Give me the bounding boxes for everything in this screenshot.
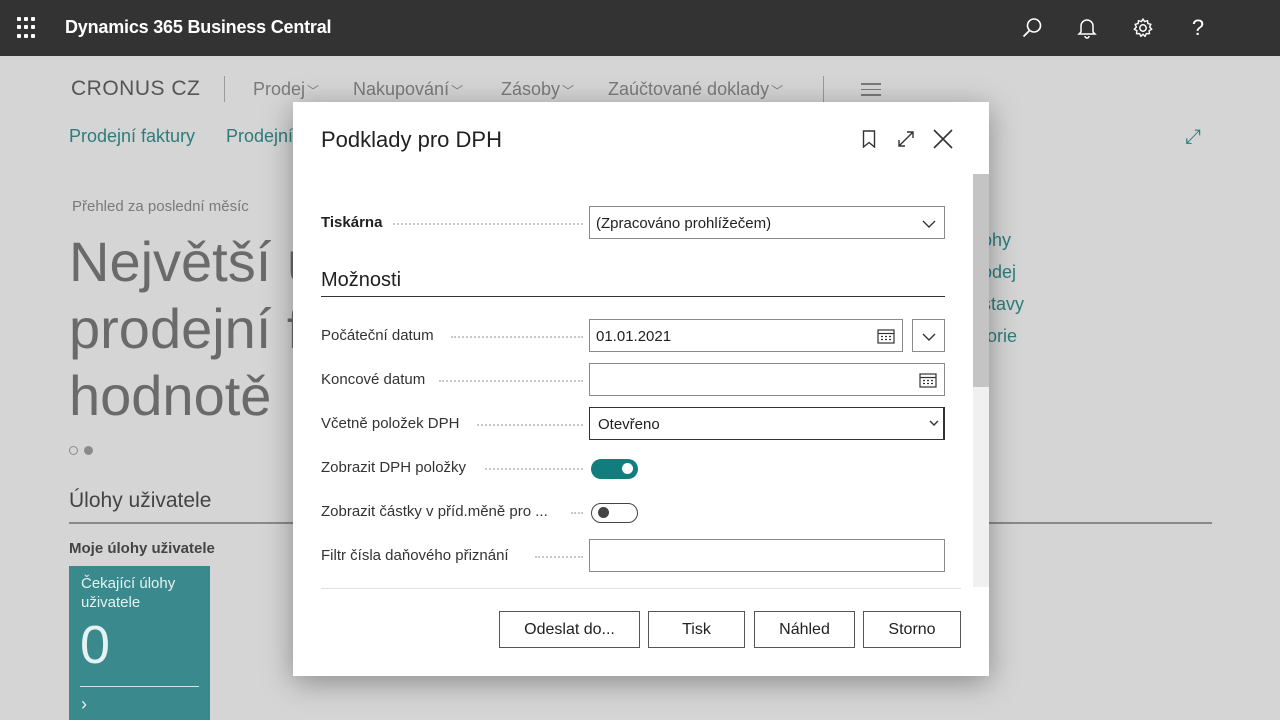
expand-icon[interactable] [893,126,919,152]
chevron-down-icon [929,415,939,432]
print-button[interactable]: Tisk [648,611,745,648]
options-heading: Možnosti [321,269,402,291]
close-icon[interactable] [930,126,956,152]
chevron-down-icon: ﹀ [562,84,575,98]
cue-tile[interactable]: Čekající úlohy uživatele 0 › [69,566,210,720]
include-vat-entries-value: Otevřeno [598,416,660,433]
show-vat-entries-label: Zobrazit DPH položky [321,459,467,476]
nav-item-posted-documents[interactable]: Zaúčtované doklady ﹀ [608,79,783,100]
expand-icon[interactable]: ⤢ [1185,126,1201,149]
end-date-label: Koncové datum [321,371,426,388]
overview-caption: Přehled za poslední měsíc [72,198,249,215]
vat-return-filter-input[interactable] [589,539,945,572]
nav-label: Zásoby [501,79,561,99]
vat-return-filter-row: Filtr čísla daňového přiznání [321,539,945,573]
separator [823,76,824,102]
calendar-icon[interactable] [877,328,895,348]
action-sales[interactable]: Prodejní [226,126,293,147]
show-fcy-amounts-row: Zobrazit částky v příd.měně pro ... [321,499,945,533]
search-icon[interactable] [1018,14,1046,42]
start-date-input[interactable]: 01.01.2021 [589,319,903,352]
app-bar: Dynamics 365 Business Central ? [0,0,1280,56]
divider [80,686,199,687]
printer-value: (Zpracováno prohlížečem) [596,215,772,232]
section-title: Úlohy uživatele [69,489,212,512]
printer-select[interactable]: (Zpracováno prohlížečem) [589,206,945,239]
report-request-dialog: Podklady pro DPH Tiskárna (Zpracováno pr… [293,102,989,676]
end-date-input[interactable] [589,363,945,396]
start-date-row: Počáteční datum 01.01.2021 [321,319,945,353]
app-title[interactable]: Dynamics 365 Business Central [65,17,332,38]
end-date-row: Koncové datum [321,363,945,397]
show-vat-entries-row: Zobrazit DPH položky [321,455,945,489]
company-name[interactable]: CRONUS CZ [71,77,200,101]
chevron-down-icon: ﹀ [451,84,464,98]
chevron-right-icon[interactable]: › [81,694,87,715]
bookmark-icon[interactable] [856,126,882,152]
cancel-button[interactable]: Storno [863,611,961,648]
carousel-dots[interactable] [69,446,93,455]
divider [321,588,961,589]
scrollbar[interactable] [973,174,989,587]
nav-item-inventory[interactable]: Zásoby ﹀ [501,79,574,100]
calendar-icon[interactable] [919,372,937,392]
headline-line: prodejní f [69,297,299,360]
date-options-dropdown[interactable] [912,319,945,352]
bell-icon[interactable] [1073,14,1101,42]
chevron-down-icon: ﹀ [771,84,784,98]
show-fcy-amounts-toggle[interactable] [591,503,638,523]
start-date-label: Počáteční datum [321,327,434,344]
vat-return-filter-label: Filtr čísla daňového přiznání [321,547,509,564]
dialog-title: Podklady pro DPH [321,127,502,152]
printer-label: Tiskárna [321,214,383,231]
show-vat-entries-toggle[interactable] [591,459,638,479]
include-vat-entries-select[interactable]: Otevřeno [589,407,945,440]
divider [321,296,945,297]
include-vat-entries-label: Včetně položek DPH [321,415,460,432]
headline-line: hodnotě [69,364,272,427]
headline-line: Největší ú [69,230,299,293]
tile-count: 0 [80,615,111,675]
nav-label: Zaúčtované doklady [608,79,770,99]
show-fcy-amounts-label: Zobrazit částky v příd.měně pro ... [321,503,548,520]
action-sales-invoices[interactable]: Prodejní faktury [69,126,195,147]
nav-item-sales[interactable]: Prodej ﹀ [253,79,319,100]
separator [224,76,225,102]
menu-icon[interactable] [861,83,881,100]
send-to-button[interactable]: Odeslat do... [499,611,640,648]
nav-item-purchasing[interactable]: Nakupování ﹀ [353,79,463,100]
start-date-value: 01.01.2021 [596,328,672,345]
nav-label: Prodej [253,79,306,99]
headline: Největší ú prodejní f hodnotě [69,228,299,429]
subsection-title: Moje úlohy uživatele [69,540,215,557]
preview-button[interactable]: Náhled [754,611,855,648]
include-vat-entries-row: Včetně položek DPH Otevřeno [321,407,945,441]
app-launcher-icon[interactable] [17,17,39,39]
help-icon[interactable]: ? [1184,14,1212,42]
chevron-down-icon [922,329,936,346]
printer-row: Tiskárna (Zpracováno prohlížečem) [321,206,945,240]
tile-title: Čekající úlohy uživatele [81,575,176,611]
chevron-down-icon [922,216,936,233]
chevron-down-icon: ﹀ [307,84,320,98]
nav-label: Nakupování [353,79,450,99]
scroll-thumb[interactable] [973,174,989,387]
gear-icon[interactable] [1129,14,1157,42]
